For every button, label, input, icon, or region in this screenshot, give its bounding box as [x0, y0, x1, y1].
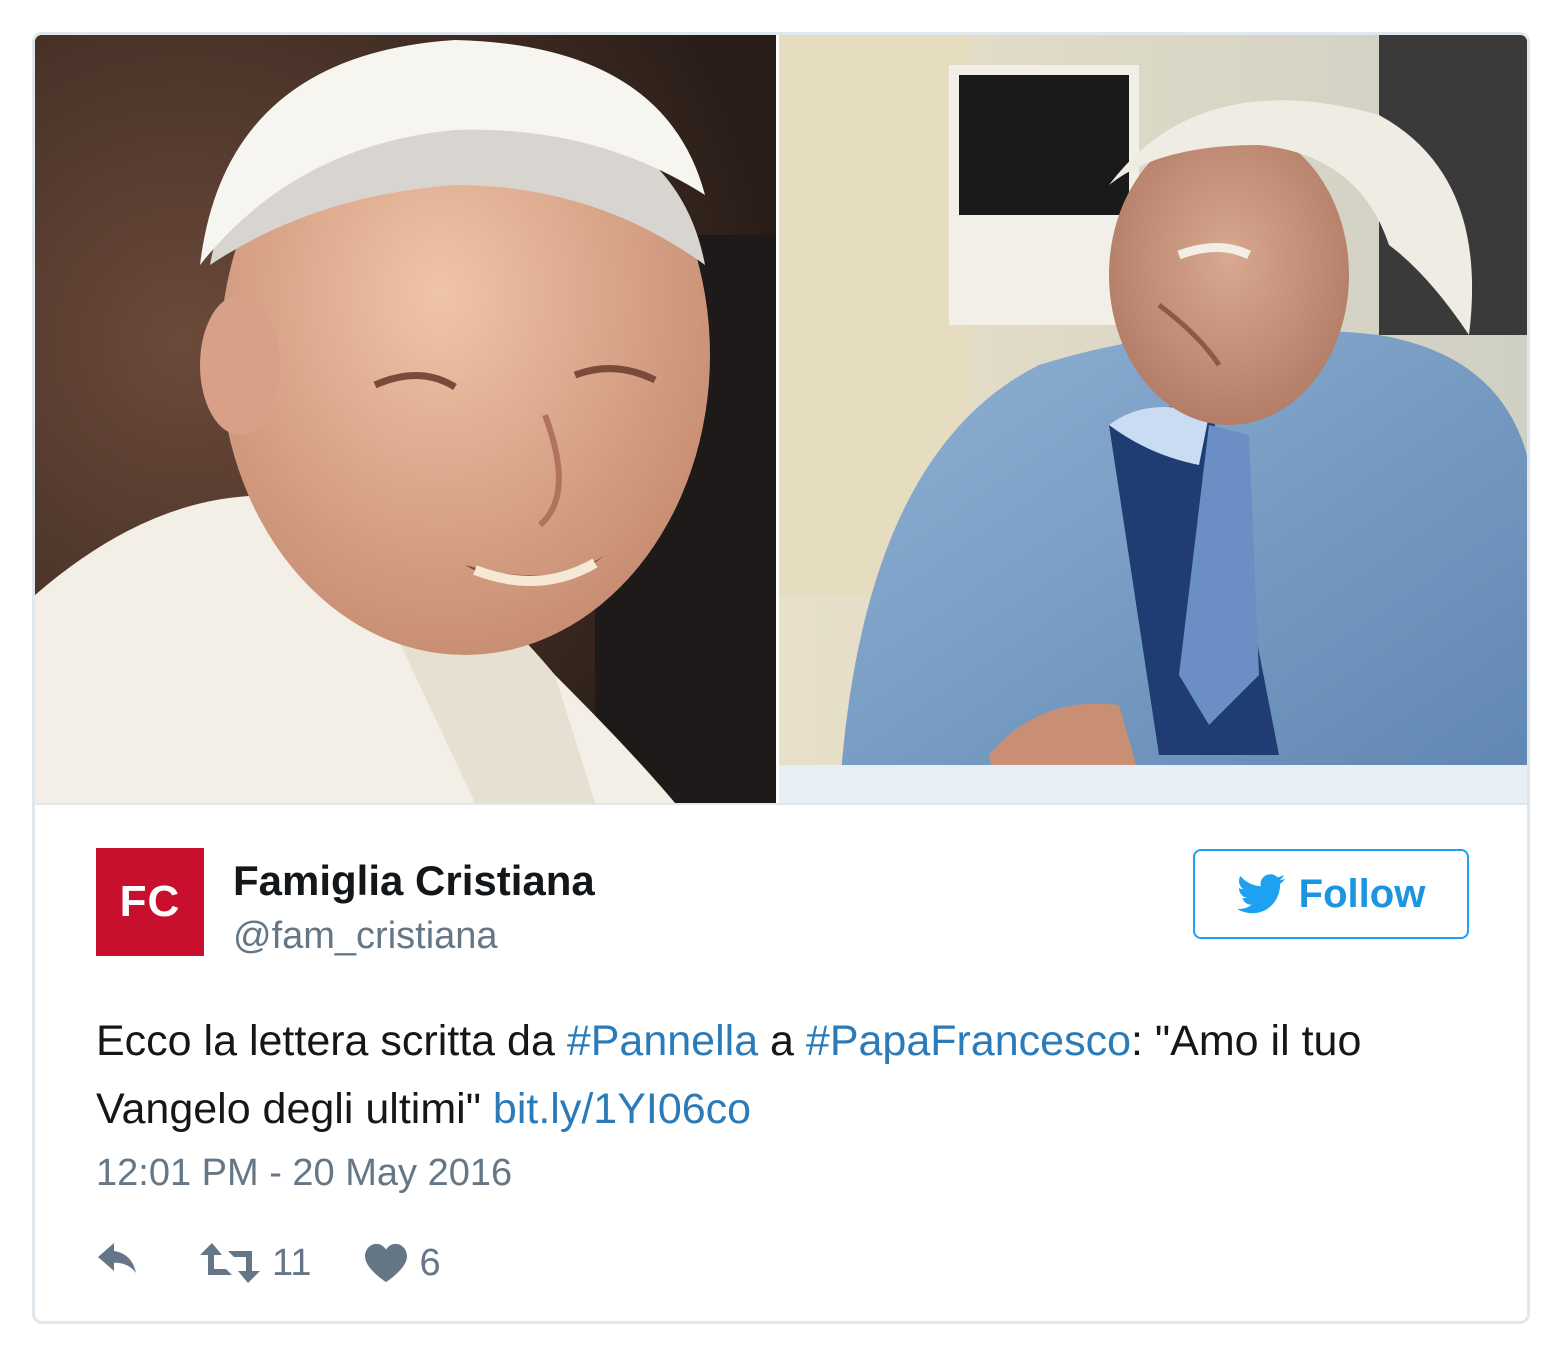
tweet-timestamp[interactable]: 12:01 PM - 20 May 2016	[96, 1152, 512, 1195]
retweet-count: 11	[272, 1241, 312, 1284]
retweet-icon	[200, 1243, 260, 1283]
avatar-logo-text: FC	[119, 877, 181, 926]
retweet-button[interactable]: 11	[200, 1242, 311, 1285]
tweet-text-part-1: Ecco la lettera scritta da	[96, 1017, 567, 1065]
author-avatar[interactable]: FC	[96, 848, 204, 956]
like-button[interactable]: 6	[365, 1241, 441, 1285]
author-handle[interactable]: @fam_cristiana	[233, 915, 498, 958]
author-name[interactable]: Famiglia Cristiana	[233, 857, 595, 905]
tweet-actions: 11 6	[96, 1235, 441, 1291]
tweet-media[interactable]	[35, 35, 1527, 805]
hashtag-papafrancesco-link[interactable]: #PapaFrancesco	[806, 1017, 1131, 1065]
heart-icon	[365, 1243, 408, 1283]
hashtag-pannella-link[interactable]: #Pannella	[567, 1017, 758, 1065]
reply-button[interactable]	[96, 1243, 144, 1283]
tweet-text: Ecco la lettera scritta da #Pannella a #…	[96, 1007, 1476, 1143]
twitter-bird-icon	[1236, 874, 1285, 914]
like-count: 6	[419, 1241, 441, 1284]
tweet-text-part-2: a	[758, 1017, 806, 1065]
tweet-card: FC Famiglia Cristiana @fam_cristiana Fol…	[32, 32, 1530, 1324]
man-photo[interactable]	[779, 35, 1527, 803]
pope-photo[interactable]	[35, 35, 776, 803]
follow-label: Follow	[1298, 871, 1426, 916]
short-url-link[interactable]: bit.ly/1YI06co	[493, 1085, 751, 1133]
follow-button[interactable]: Follow	[1193, 849, 1469, 939]
reply-icon	[98, 1243, 136, 1273]
